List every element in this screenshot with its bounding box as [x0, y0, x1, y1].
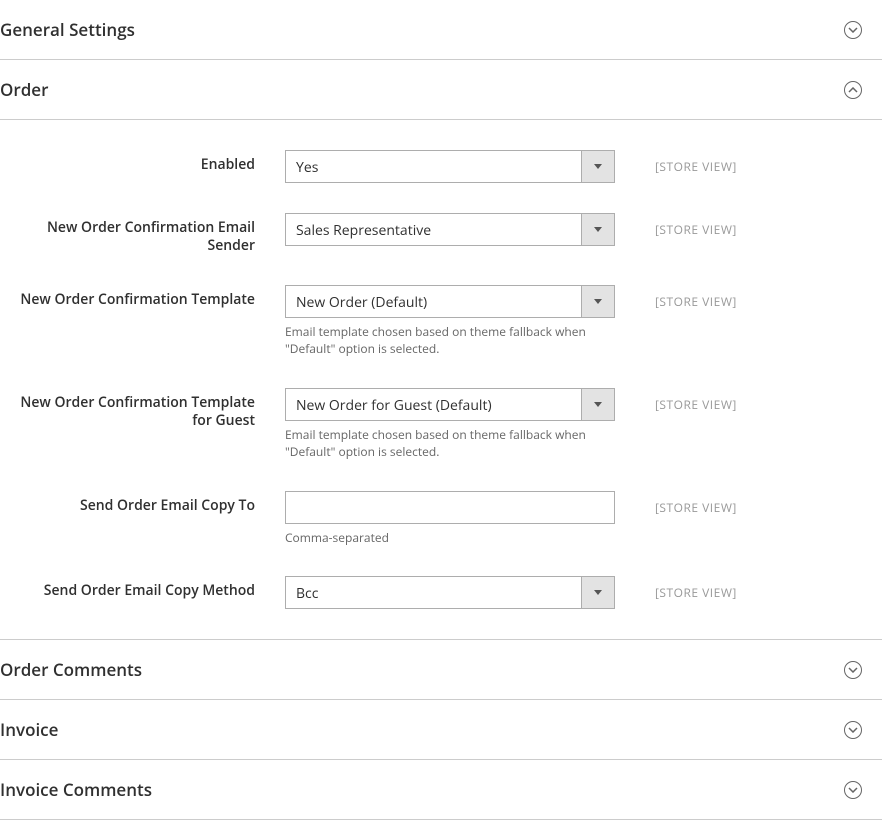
triangle-down-icon	[581, 389, 614, 420]
note-template: Email template chosen based on theme fal…	[285, 324, 615, 358]
chevron-down-icon	[844, 21, 862, 39]
field-control-template-guest: New Order for Guest (Default) Email temp…	[285, 388, 615, 461]
section-title-general-settings: General Settings	[0, 18, 135, 41]
field-email-sender: New Order Confirmation Email Sender Sale…	[0, 213, 882, 255]
select-value-email-sender: Sales Representative	[286, 214, 581, 245]
chevron-down-icon	[844, 661, 862, 679]
field-copy-method: Send Order Email Copy Method Bcc [STORE …	[0, 576, 882, 609]
field-enabled: Enabled Yes [STORE VIEW]	[0, 150, 882, 183]
scope-template: [STORE VIEW]	[615, 285, 815, 310]
select-value-enabled: Yes	[286, 151, 581, 182]
select-template-guest[interactable]: New Order for Guest (Default)	[285, 388, 615, 421]
field-label-template: New Order Confirmation Template	[20, 285, 285, 309]
scope-email-sender: [STORE VIEW]	[615, 213, 815, 238]
section-header-general-settings[interactable]: General Settings	[0, 0, 882, 60]
field-label-enabled: Enabled	[20, 150, 285, 174]
select-template[interactable]: New Order (Default)	[285, 285, 615, 318]
section-title-order: Order	[0, 78, 48, 101]
scope-template-guest: [STORE VIEW]	[615, 388, 815, 413]
section-header-invoice[interactable]: Invoice	[0, 700, 882, 760]
chevron-up-icon	[844, 81, 862, 99]
field-label-email-sender: New Order Confirmation Email Sender	[20, 213, 285, 255]
section-header-order-comments[interactable]: Order Comments	[0, 639, 882, 700]
scope-enabled: [STORE VIEW]	[615, 150, 815, 175]
triangle-down-icon	[581, 151, 614, 182]
field-label-copy-to: Send Order Email Copy To	[20, 491, 285, 515]
field-control-copy-method: Bcc	[285, 576, 615, 609]
field-label-template-guest: New Order Confirmation Template for Gues…	[20, 388, 285, 430]
section-title-invoice: Invoice	[0, 718, 58, 741]
select-enabled[interactable]: Yes	[285, 150, 615, 183]
field-control-template: New Order (Default) Email template chose…	[285, 285, 615, 358]
select-value-template-guest: New Order for Guest (Default)	[286, 389, 581, 420]
scope-copy-method: [STORE VIEW]	[615, 576, 815, 601]
field-copy-to: Send Order Email Copy To Comma-separated…	[0, 491, 882, 547]
section-header-invoice-comments[interactable]: Invoice Comments	[0, 760, 882, 820]
select-email-sender[interactable]: Sales Representative	[285, 213, 615, 246]
section-title-invoice-comments: Invoice Comments	[0, 778, 152, 801]
field-template-guest: New Order Confirmation Template for Gues…	[0, 388, 882, 461]
select-value-template: New Order (Default)	[286, 286, 581, 317]
scope-copy-to: [STORE VIEW]	[615, 491, 815, 516]
select-value-copy-method: Bcc	[286, 577, 581, 608]
section-header-order[interactable]: Order	[0, 60, 882, 120]
field-control-copy-to: Comma-separated	[285, 491, 615, 547]
note-template-guest: Email template chosen based on theme fal…	[285, 427, 615, 461]
section-title-order-comments: Order Comments	[0, 658, 142, 681]
triangle-down-icon	[581, 214, 614, 245]
section-body-order: Enabled Yes [STORE VIEW] New Order Confi…	[0, 120, 882, 639]
field-control-email-sender: Sales Representative	[285, 213, 615, 246]
note-copy-to: Comma-separated	[285, 530, 615, 547]
chevron-down-icon	[844, 721, 862, 739]
triangle-down-icon	[581, 286, 614, 317]
field-label-copy-method: Send Order Email Copy Method	[20, 576, 285, 600]
select-copy-method[interactable]: Bcc	[285, 576, 615, 609]
field-template: New Order Confirmation Template New Orde…	[0, 285, 882, 358]
triangle-down-icon	[581, 577, 614, 608]
input-copy-to[interactable]	[285, 491, 615, 524]
chevron-down-icon	[844, 781, 862, 799]
field-control-enabled: Yes	[285, 150, 615, 183]
